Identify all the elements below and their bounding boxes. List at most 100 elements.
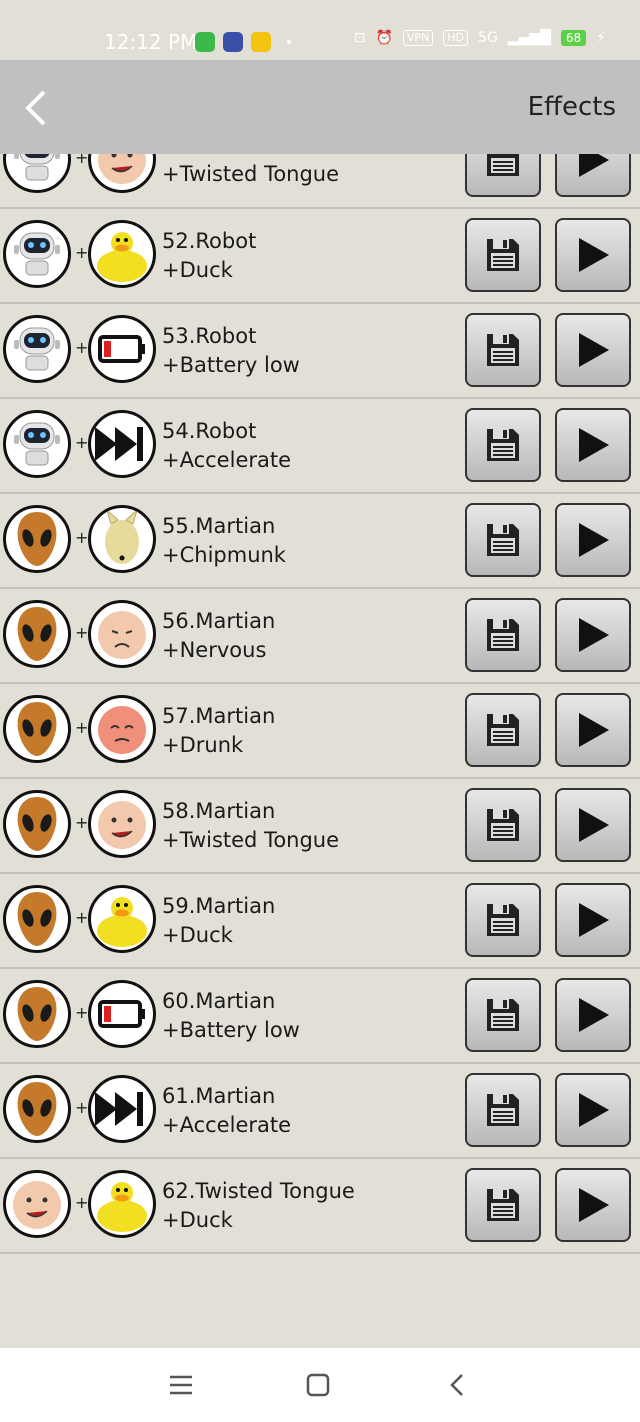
play-icon	[579, 1188, 609, 1222]
vpn-badge: VPN	[402, 30, 434, 46]
save-button[interactable]	[465, 598, 541, 672]
effect-name: 59.Martian	[162, 894, 276, 918]
robot-icon	[3, 315, 71, 383]
plus-sign: +	[75, 623, 89, 642]
play-button[interactable]	[555, 1168, 631, 1242]
play-icon	[579, 1093, 609, 1127]
play-button[interactable]	[555, 408, 631, 482]
play-button[interactable]	[555, 693, 631, 767]
save-button[interactable]	[465, 788, 541, 862]
back-button[interactable]	[22, 88, 52, 128]
save-icon	[487, 524, 519, 556]
save-button[interactable]	[465, 883, 541, 957]
twisted-tongue-face-icon	[88, 154, 156, 193]
play-icon	[579, 523, 609, 557]
effects-list[interactable]: + +Twisted Tongue +52.Robot +Duck +53.Robot +…	[0, 154, 640, 1348]
save-icon	[487, 904, 519, 936]
martian-icon	[3, 1075, 71, 1143]
effect-name: 56.Martian	[162, 609, 276, 633]
martian-icon	[3, 505, 71, 573]
effect-name: 53.Robot	[162, 324, 257, 348]
save-icon	[487, 809, 519, 841]
battery-level: 68	[560, 30, 587, 46]
battery-low-icon	[88, 980, 156, 1048]
plus-sign: +	[75, 908, 89, 927]
home-icon[interactable]	[303, 1370, 333, 1400]
drunk-face-icon	[88, 695, 156, 763]
effect-name: 58.Martian	[162, 799, 276, 823]
nfc-icon: ⊡	[353, 30, 366, 46]
save-button[interactable]	[465, 1073, 541, 1147]
effect-row: +55.Martian +Chipmunk	[0, 492, 640, 589]
play-button[interactable]	[555, 883, 631, 957]
martian-icon	[3, 885, 71, 953]
save-button[interactable]	[465, 313, 541, 387]
play-icon	[579, 154, 609, 177]
plus-sign: +	[75, 433, 89, 452]
save-button[interactable]	[465, 693, 541, 767]
effect-combo: +Duck	[162, 923, 233, 947]
robot-icon	[3, 154, 71, 193]
chipmunk-icon	[88, 505, 156, 573]
play-button[interactable]	[555, 154, 631, 197]
effect-name: 52.Robot	[162, 229, 257, 253]
effect-row: +53.Robot +Battery low	[0, 302, 640, 399]
effect-row: +52.Robot +Duck	[0, 207, 640, 304]
effect-label: 53.Robot +Battery low	[162, 322, 300, 380]
effect-combo: +Accelerate	[162, 448, 292, 472]
play-button[interactable]	[555, 1073, 631, 1147]
hd-badge: HD	[443, 30, 469, 46]
duck-icon	[88, 1170, 156, 1238]
effect-name: 55.Martian	[162, 514, 276, 538]
play-icon	[579, 903, 609, 937]
effect-combo: +Chipmunk	[162, 543, 286, 567]
play-button[interactable]	[555, 313, 631, 387]
save-button[interactable]	[465, 1168, 541, 1242]
menu-icon[interactable]	[166, 1370, 196, 1400]
martian-icon	[3, 790, 71, 858]
effect-combo: +Twisted Tongue	[162, 828, 340, 852]
save-icon	[487, 429, 519, 461]
effect-label: +Twisted Tongue	[162, 160, 339, 189]
system-nav-bar	[0, 1348, 640, 1422]
martian-icon	[3, 600, 71, 668]
effect-combo: +Nervous	[162, 638, 267, 662]
play-button[interactable]	[555, 978, 631, 1052]
play-button[interactable]	[555, 503, 631, 577]
plus-sign: +	[75, 528, 89, 547]
effect-row: +57.Martian +Drunk	[0, 682, 640, 779]
save-button[interactable]	[465, 218, 541, 292]
signal-icon: ▂▄▆█	[507, 30, 551, 46]
effect-label: 55.Martian +Chipmunk	[162, 512, 286, 570]
save-icon	[487, 1189, 519, 1221]
effect-combo: +Accelerate	[162, 1113, 292, 1137]
play-button[interactable]	[555, 598, 631, 672]
effect-label: 54.Robot +Accelerate	[162, 417, 291, 475]
effect-combo: +Battery low	[162, 353, 300, 377]
save-button[interactable]	[465, 978, 541, 1052]
battery-low-icon	[88, 315, 156, 383]
save-button[interactable]	[465, 408, 541, 482]
effect-row: +58.Martian +Twisted Tongue	[0, 777, 640, 874]
effect-label: 61.Martian +Accelerate	[162, 1082, 291, 1140]
effect-combo: +Duck	[162, 258, 233, 282]
save-button[interactable]	[465, 154, 541, 197]
clock: 12:12 PM	[104, 30, 198, 54]
save-icon	[487, 619, 519, 651]
back-icon[interactable]	[443, 1370, 473, 1400]
save-button[interactable]	[465, 503, 541, 577]
more-notifications-dot	[287, 40, 291, 44]
effect-label: 56.Martian +Nervous	[162, 607, 275, 665]
plus-sign: +	[75, 1193, 89, 1212]
play-button[interactable]	[555, 218, 631, 292]
effect-row: +56.Martian +Nervous	[0, 587, 640, 684]
play-button[interactable]	[555, 788, 631, 862]
save-icon	[487, 1094, 519, 1126]
save-icon	[487, 714, 519, 746]
play-icon	[579, 713, 609, 747]
save-icon	[487, 239, 519, 271]
effect-row: +54.Robot +Accelerate	[0, 397, 640, 494]
effect-name: 57.Martian	[162, 704, 276, 728]
alarm-icon: ⏰	[375, 30, 393, 46]
martian-icon	[3, 695, 71, 763]
